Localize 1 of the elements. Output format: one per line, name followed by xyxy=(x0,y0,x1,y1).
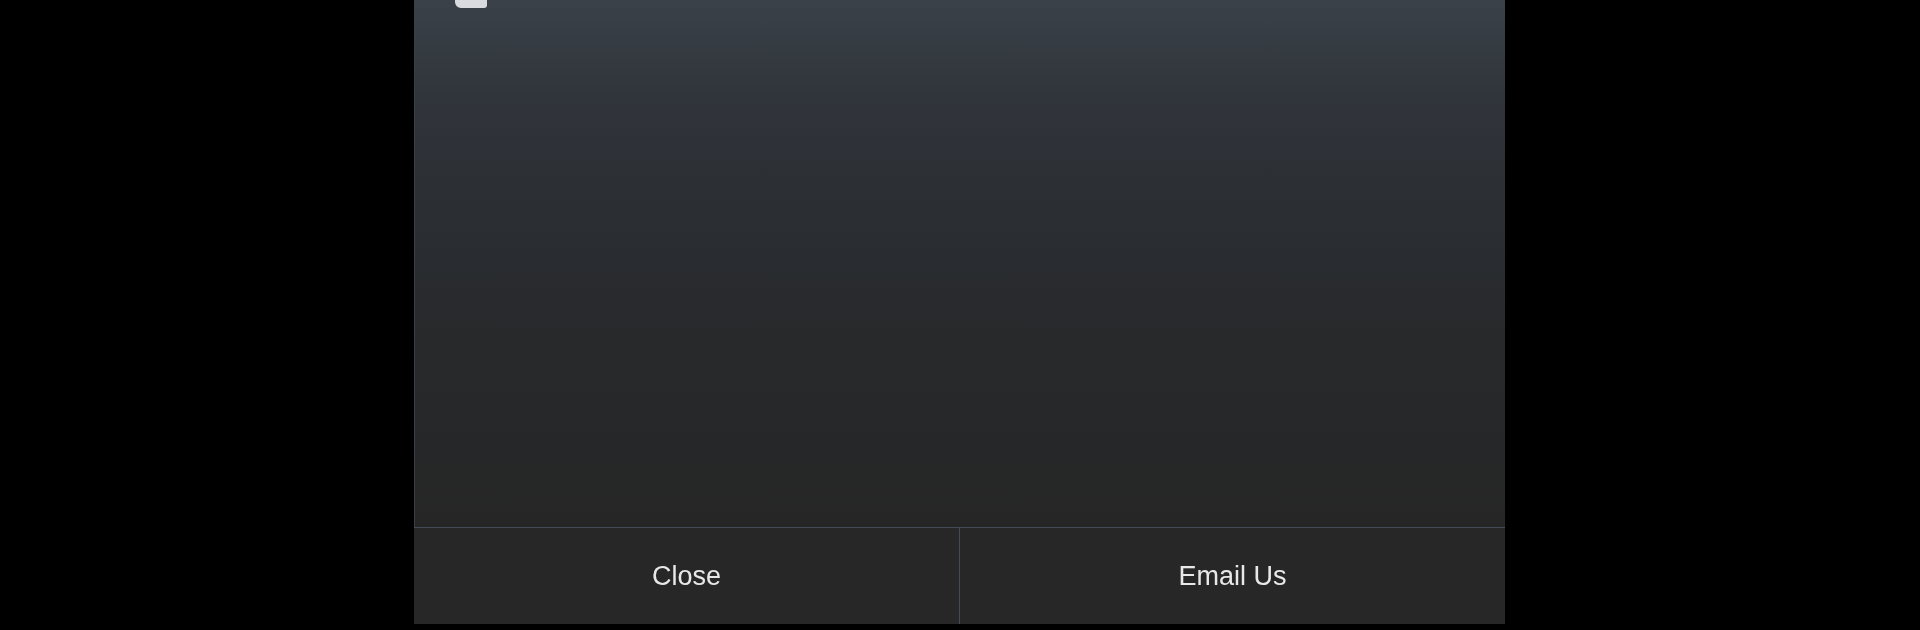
clipped-icon xyxy=(455,0,487,8)
